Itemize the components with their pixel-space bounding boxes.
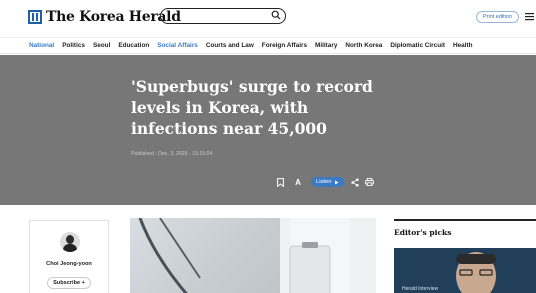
article-image: [130, 218, 376, 293]
bookmark-icon[interactable]: [275, 177, 285, 187]
nav-item-health[interactable]: Health: [453, 42, 473, 49]
subscribe-button[interactable]: Subscribe +: [47, 277, 91, 289]
nav-item-foreign-affairs[interactable]: Foreign Affairs: [262, 42, 307, 49]
listen-label: Listen: [316, 179, 332, 185]
font-size-icon[interactable]: A: [293, 177, 303, 187]
author-name[interactable]: Choi Jeong-yoon: [30, 261, 108, 267]
search-input[interactable]: [160, 8, 286, 24]
article-tools: A Listen: [275, 176, 374, 188]
article-hero: 'Superbugs' surge to record levels in Ko…: [0, 55, 536, 205]
pick-label: Herald Interview: [402, 286, 439, 292]
site-logo[interactable]: The Korea Herald: [28, 8, 181, 26]
author-card: Choi Jeong-yoon Subscribe +: [29, 220, 109, 293]
avatar-body: [63, 244, 77, 252]
published-date: Published : Dec. 3, 2025 - 15:15:04: [131, 151, 213, 157]
search-icon[interactable]: [271, 10, 281, 20]
nav-item-military[interactable]: Military: [315, 42, 337, 49]
site-header: The Korea Herald Print edition: [0, 0, 536, 34]
editors-picks-title: Editor's picks: [394, 228, 452, 237]
nav-item-courts-and-law[interactable]: Courts and Law: [206, 42, 254, 49]
section-nav: National Politics Seoul Education Social Aff…: [0, 37, 536, 54]
doctor-clipboard-illustration: [138, 218, 376, 293]
nav-item-education[interactable]: Education: [118, 42, 149, 49]
nav-item-seoul[interactable]: Seoul: [93, 42, 110, 49]
nav-item-national[interactable]: National: [29, 42, 54, 49]
hamburger-menu-icon[interactable]: [525, 12, 534, 21]
editors-pick-card[interactable]: Herald Interview: [394, 248, 536, 293]
article-headline: 'Superbugs' surge to record levels in Ko…: [131, 77, 373, 138]
print-icon[interactable]: [364, 177, 374, 187]
play-icon: [335, 180, 339, 184]
nav-item-diplomatic-circuit[interactable]: Diplomatic Circuit: [390, 42, 445, 49]
avatar-head: [66, 235, 74, 244]
nav-item-social-affairs[interactable]: Social Affairs: [157, 42, 198, 49]
print-edition-button[interactable]: Print edition: [476, 11, 519, 23]
share-icon[interactable]: [350, 177, 360, 187]
listen-button[interactable]: Listen: [311, 177, 345, 187]
nav-item-politics[interactable]: Politics: [62, 42, 85, 49]
avatar[interactable]: [60, 232, 80, 252]
nav-item-north-korea[interactable]: North Korea: [345, 42, 382, 49]
section-nav-list: National Politics Seoul Education Social Aff…: [29, 42, 473, 49]
logo-mark-icon: [28, 10, 42, 24]
sidebar-rule: [394, 219, 536, 221]
